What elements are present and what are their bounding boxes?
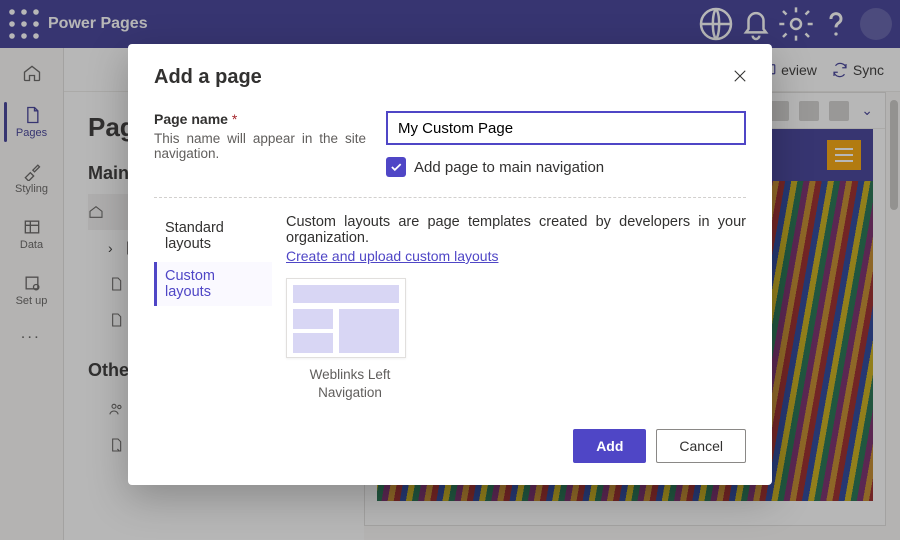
add-to-nav-label: Add page to main navigation	[414, 159, 604, 176]
layout-tabs: Standard layouts Custom layouts	[154, 214, 272, 401]
layout-caption: Weblinks Left Navigation	[286, 366, 414, 401]
page-name-help: This name will appear in the site naviga…	[154, 131, 366, 161]
create-custom-layouts-link[interactable]: Create and upload custom layouts	[286, 248, 498, 264]
required-indicator: *	[232, 111, 237, 127]
layout-thumbnail	[286, 278, 406, 358]
dialog-title: Add a page	[154, 66, 746, 89]
add-page-dialog: Add a page Page name * This name will ap…	[128, 44, 772, 485]
divider	[154, 197, 746, 198]
add-to-nav-checkbox[interactable]	[386, 157, 406, 177]
add-button[interactable]: Add	[573, 429, 646, 463]
page-name-field[interactable]	[386, 111, 746, 145]
page-name-label: Page name	[154, 111, 228, 127]
tab-custom-layouts[interactable]: Custom layouts	[154, 262, 272, 306]
layout-option-weblinks-left-nav[interactable]: Weblinks Left Navigation	[286, 278, 414, 401]
modal-overlay: Add a page Page name * This name will ap…	[0, 0, 900, 540]
close-button[interactable]	[726, 62, 754, 90]
tab-standard-layouts[interactable]: Standard layouts	[154, 214, 272, 258]
custom-layouts-description: Custom layouts are page templates create…	[286, 214, 746, 246]
cancel-button[interactable]: Cancel	[656, 429, 746, 463]
